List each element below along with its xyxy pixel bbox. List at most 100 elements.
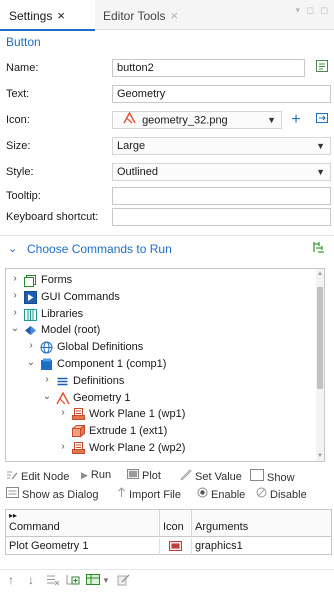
tree-item[interactable]: ⌄ Component 1 (comp1)	[6, 356, 316, 373]
chevron-down-icon[interactable]: ⌄	[10, 323, 20, 334]
chevron-down-icon[interactable]: ▼	[102, 576, 110, 585]
close-icon[interactable]: ×	[170, 8, 178, 23]
chevron-right-icon[interactable]: ›	[42, 374, 52, 385]
command-table[interactable]: ▸▸ Command Icon Arguments Plot Geometry …	[5, 509, 332, 555]
tree-item[interactable]: Extrude 1 (ext1)	[6, 423, 316, 440]
text-row: Text: Geometry	[0, 84, 334, 104]
model-icon	[24, 324, 37, 337]
tree-item[interactable]: › Global Definitions	[6, 339, 316, 356]
delete-rows-icon[interactable]	[46, 573, 60, 589]
tree-item[interactable]: › Work Plane 1 (wp1)	[6, 406, 316, 423]
add-table-icon[interactable]	[86, 573, 100, 589]
show-label: Show	[267, 472, 295, 484]
disable-button[interactable]: Disable	[256, 487, 307, 501]
column-header-command[interactable]: ▸▸ Command	[6, 510, 160, 537]
move-up-icon[interactable]: ↑	[8, 573, 14, 587]
column-header-arguments[interactable]: Arguments	[192, 510, 331, 537]
size-select[interactable]: Large ▼	[112, 137, 331, 155]
globe-icon	[40, 341, 53, 354]
command-tree[interactable]: › Forms › GUI Commands › Libraries ⌄ Model (roo…	[5, 268, 325, 462]
tab-settings[interactable]: Settings ×	[0, 0, 95, 31]
import-icon[interactable]	[313, 111, 331, 129]
tree-item[interactable]: ⌄ Geometry 1	[6, 390, 316, 407]
table-cell-command[interactable]: Plot Geometry 1	[6, 538, 160, 555]
tree-item[interactable]: › GUI Commands	[6, 289, 316, 306]
commands-section-title: Choose Commands to Run	[27, 242, 172, 256]
tab-editor-tools[interactable]: Editor Tools ×	[103, 0, 178, 30]
set-value-button[interactable]: Set Value	[180, 469, 242, 483]
chevron-right-icon[interactable]: ›	[10, 307, 20, 318]
tree-item[interactable]: › Definitions	[6, 373, 316, 390]
plot-label: Plot	[142, 470, 161, 482]
tab-editor-tools-label: Editor Tools	[103, 9, 166, 23]
component-icon	[40, 358, 53, 371]
chevron-right-icon[interactable]: ›	[58, 441, 68, 452]
form-icon[interactable]	[313, 59, 331, 77]
name-label: Name:	[6, 62, 39, 74]
tree-item-label: GUI Commands	[41, 290, 120, 303]
edit-icon[interactable]	[117, 573, 130, 589]
forms-icon	[24, 274, 37, 287]
tree-item[interactable]: › Forms	[6, 272, 316, 289]
text-field[interactable]: Geometry	[112, 85, 331, 103]
chevron-down-icon[interactable]: ⌄	[42, 391, 52, 402]
set-value-icon	[180, 469, 192, 483]
run-label: Run	[90, 469, 112, 481]
tooltip-row: Tooltip:	[0, 186, 334, 206]
chevron-down-icon[interactable]: ⌄	[26, 357, 36, 368]
column-header-icon[interactable]: Icon	[160, 510, 192, 537]
shortcut-label: Keyboard shortcut:	[6, 211, 99, 223]
run-button[interactable]: ▶ Run	[81, 469, 111, 481]
section-title: Button	[6, 35, 41, 49]
name-field[interactable]: button2	[112, 59, 305, 77]
disable-label: Disable	[270, 489, 307, 501]
table-cell-icon[interactable]	[160, 538, 192, 555]
chevron-down-icon: ▼	[316, 141, 325, 151]
icon-select[interactable]: geometry_32.png ▼	[112, 111, 282, 129]
text-label: Text:	[6, 88, 30, 100]
chevron-down-icon: ▼	[267, 115, 276, 125]
tree-filter-icon[interactable]	[312, 240, 326, 257]
name-row: Name: button2	[0, 58, 334, 78]
libraries-icon	[24, 308, 37, 321]
run-icon: ▶	[81, 470, 88, 480]
show-button[interactable]: Show	[250, 469, 295, 484]
scrollbar-thumb[interactable]	[317, 287, 323, 389]
move-down-icon[interactable]: ↓	[28, 573, 34, 587]
commands-section-header[interactable]: ⌄ Choose Commands to Run	[0, 236, 334, 262]
gui-commands-icon	[24, 290, 37, 304]
shortcut-field[interactable]	[112, 208, 331, 226]
scroll-up-icon[interactable]: ▲	[316, 271, 324, 277]
enable-label: Enable	[211, 489, 246, 501]
table-cell-arguments[interactable]: graphics1	[192, 538, 331, 555]
close-icon[interactable]: ×	[57, 8, 65, 23]
show-as-dialog-label: Show as Dialog	[22, 489, 99, 501]
style-label: Style:	[6, 166, 34, 178]
set-value-label: Set Value	[195, 471, 242, 483]
import-file-button[interactable]: Import File	[117, 487, 181, 501]
chevron-right-icon[interactable]: ›	[10, 273, 20, 284]
tree-item[interactable]: ⌄ Model (root)	[6, 322, 316, 339]
table-toolbar: ↑ ↓ ▼	[0, 573, 334, 591]
import-file-label: Import File	[129, 489, 181, 501]
workplane-icon	[72, 408, 85, 421]
tooltip-field[interactable]	[112, 187, 331, 205]
chevron-right-icon[interactable]: ›	[58, 407, 68, 418]
enable-button[interactable]: Enable	[197, 487, 245, 501]
chevron-right-icon[interactable]: ›	[26, 340, 36, 351]
edit-node-button[interactable]: Edit Node	[6, 469, 69, 483]
style-select[interactable]: Outlined ▼	[112, 163, 331, 181]
move-column-icon: ▸▸	[9, 511, 18, 520]
scroll-down-icon[interactable]: ▼	[316, 453, 324, 459]
add-row-icon[interactable]	[66, 573, 80, 589]
plot-button[interactable]: Plot	[127, 469, 161, 482]
show-as-dialog-button[interactable]: Show as Dialog	[6, 487, 98, 501]
tree-item[interactable]: › Libraries	[6, 306, 316, 323]
tree-item[interactable]: › Work Plane 2 (wp2)	[6, 440, 316, 457]
window-controls[interactable]: ▾ ◻ ◻	[296, 5, 330, 16]
add-icon[interactable]: +	[287, 111, 305, 129]
radio-checked-icon	[197, 487, 208, 501]
show-icon	[250, 469, 264, 484]
tree-scrollbar[interactable]: ▲ ▼	[316, 269, 324, 461]
chevron-right-icon[interactable]: ›	[10, 290, 20, 301]
